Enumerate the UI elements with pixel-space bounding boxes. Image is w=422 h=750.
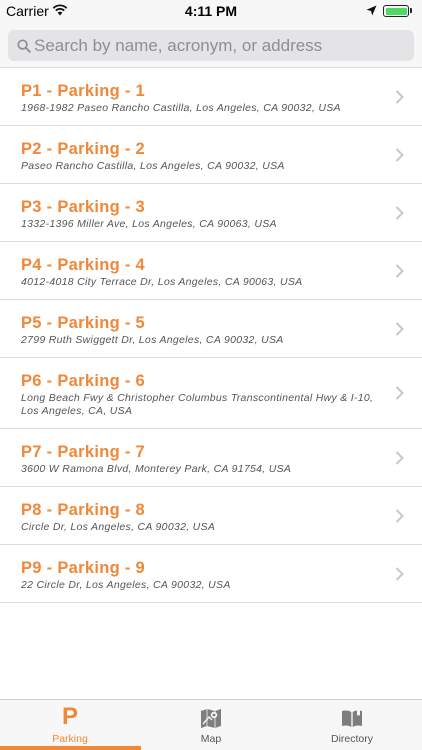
search-input[interactable]	[34, 30, 406, 61]
parking-address: 1968-1982 Paseo Rancho Castilla, Los Ang…	[21, 102, 341, 114]
chevron-right-icon	[395, 263, 404, 278]
search-field[interactable]	[8, 30, 414, 61]
parking-title: P2 - Parking - 2	[21, 140, 146, 158]
chevron-right-icon	[395, 89, 404, 104]
list-item[interactable]: P2 - Parking - 2 Paseo Rancho Castilla, …	[0, 126, 422, 184]
parking-title: P5 - Parking - 5	[21, 314, 146, 332]
map-icon	[201, 709, 221, 728]
parking-title: P3 - Parking - 3	[21, 198, 146, 216]
list-item[interactable]: P7 - Parking - 7 3600 W Ramona Blvd, Mon…	[0, 429, 422, 487]
parking-title: P4 - Parking - 4	[21, 256, 146, 274]
parking-address: Circle Dr, Los Angeles, CA 90032, USA	[21, 521, 216, 533]
parking-title: P6 - Parking - 6	[21, 372, 146, 390]
parking-address: 2799 Ruth Swiggett Dr, Los Angeles, CA 9…	[21, 334, 284, 346]
chevron-right-icon	[395, 386, 404, 400]
battery-icon	[383, 5, 409, 17]
tab-label: Map	[200, 733, 222, 745]
location-arrow-icon	[366, 5, 377, 16]
tab-label: Directory	[330, 733, 373, 745]
parking-title: P7 - Parking - 7	[21, 443, 146, 461]
chevron-right-icon	[395, 321, 404, 336]
parking-address: 22 Circle Dr, Los Angeles, CA 90032, USA	[21, 579, 231, 591]
chevron-right-icon	[395, 508, 404, 523]
tab-label: Parking	[52, 733, 88, 745]
list-item[interactable]: P5 - Parking - 5 2799 Ruth Swiggett Dr, …	[0, 300, 422, 358]
tab-directory[interactable]: Directory	[282, 700, 422, 750]
chevron-right-icon	[395, 147, 404, 162]
parking-address: 1332-1396 Miller Ave, Los Angeles, CA 90…	[21, 218, 277, 230]
list-item[interactable]: P8 - Parking - 8 Circle Dr, Los Angeles,…	[0, 487, 422, 545]
list-item[interactable]: P9 - Parking - 9 22 Circle Dr, Los Angel…	[0, 545, 422, 603]
chevron-right-icon	[395, 566, 404, 581]
battery-tip	[410, 8, 412, 13]
parking-title: P1 - Parking - 1	[21, 82, 146, 100]
status-time: 4:11 PM	[184, 3, 238, 19]
chevron-right-icon	[395, 205, 404, 220]
tab-bar: P Parking Map Directory	[0, 699, 422, 750]
book-icon	[342, 710, 362, 727]
search-bar	[0, 22, 422, 68]
status-bar: Carrier 4:11 PM	[0, 0, 422, 22]
list-item[interactable]: P1 - Parking - 1 1968-1982 Paseo Rancho …	[0, 68, 422, 126]
parking-address: Paseo Rancho Castilla, Los Angeles, CA 9…	[21, 160, 285, 172]
list-item[interactable]: P6 - Parking - 6 Long Beach Fwy & Christ…	[0, 358, 422, 429]
list-item[interactable]: P4 - Parking - 4 4012-4018 City Terrace …	[0, 242, 422, 300]
active-tab-indicator	[0, 746, 141, 750]
parking-icon: P	[61, 703, 79, 730]
parking-title: P8 - Parking - 8	[21, 501, 146, 519]
parking-address: 3600 W Ramona Blvd, Monterey Park, CA 91…	[21, 463, 292, 475]
tab-parking[interactable]: P Parking	[0, 700, 140, 750]
chevron-right-icon	[395, 450, 404, 465]
parking-address: 4012-4018 City Terrace Dr, Los Angeles, …	[21, 276, 303, 288]
parking-list: P1 - Parking - 1 1968-1982 Paseo Rancho …	[0, 68, 422, 603]
parking-address: Long Beach Fwy & Christopher Columbus Tr…	[21, 392, 374, 417]
search-icon	[17, 39, 31, 53]
parking-title: P9 - Parking - 9	[21, 559, 146, 577]
list-item[interactable]: P3 - Parking - 3 1332-1396 Miller Ave, L…	[0, 184, 422, 242]
tab-map[interactable]: Map	[141, 700, 281, 750]
